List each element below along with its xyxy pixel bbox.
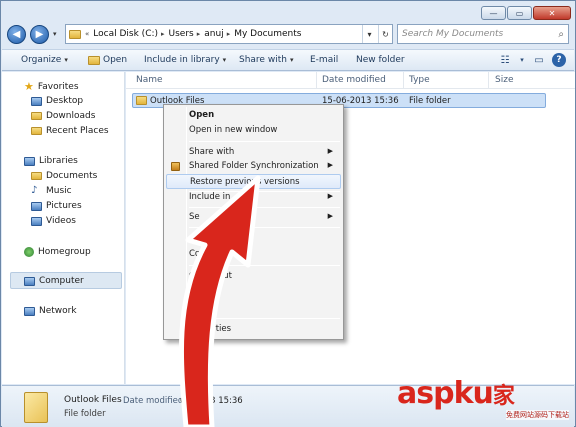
nav-recent-places[interactable]: Recent Places xyxy=(31,124,109,138)
breadcrumb-my-documents[interactable]: My Documents xyxy=(234,29,301,39)
open-button[interactable]: Open xyxy=(88,50,127,70)
preview-pane-icon[interactable]: ▭ xyxy=(532,53,546,67)
menu-include-in-library[interactable]: Include in ▶ xyxy=(166,190,341,205)
submenu-arrow-icon: ▶ xyxy=(327,147,333,155)
music-icon: ♪ xyxy=(31,185,38,196)
view-dropdown-icon[interactable]: ▾ xyxy=(518,53,526,67)
nav-network[interactable]: Network xyxy=(24,304,77,318)
view-controls: ☷ ▾ ▭ ? xyxy=(498,53,566,67)
forward-button[interactable]: ▶ xyxy=(30,24,49,44)
organize-button[interactable]: Organize ▾ xyxy=(21,50,68,70)
computer-icon xyxy=(24,276,35,286)
column-type[interactable]: Type xyxy=(409,75,430,85)
nav-favorites[interactable]: ★ Favorites xyxy=(24,80,79,94)
star-icon: ★ xyxy=(24,80,34,93)
help-icon[interactable]: ? xyxy=(552,53,566,67)
address-dropdown[interactable]: ▾ xyxy=(362,25,376,43)
new-folder-button[interactable]: New folder xyxy=(356,50,405,70)
folder-icon xyxy=(69,29,81,39)
nav-pictures[interactable]: Pictures xyxy=(31,199,82,213)
menu-send-to[interactable]: Se ▶ xyxy=(166,210,341,225)
minimize-button[interactable]: — xyxy=(481,6,506,20)
column-size[interactable]: Size xyxy=(495,75,513,85)
network-icon xyxy=(24,306,35,316)
column-headers: Name Date modified Type Size xyxy=(126,72,575,89)
menu-delete[interactable]: D xyxy=(166,285,341,300)
videos-icon xyxy=(31,216,42,226)
menu-rename[interactable]: R me xyxy=(166,301,341,316)
file-type: File folder xyxy=(409,96,451,106)
recent-pages-dropdown[interactable]: ▾ xyxy=(53,30,61,38)
homegroup-icon xyxy=(24,247,34,257)
menu-copy[interactable]: Co xyxy=(166,247,341,262)
navigation-pane: ★ Favorites Desktop Downloads Recent Plac… xyxy=(2,72,125,384)
folder-large-icon xyxy=(24,392,48,423)
nav-videos[interactable]: Videos xyxy=(31,214,76,228)
column-name[interactable]: Name xyxy=(136,75,163,85)
recent-places-icon xyxy=(31,127,42,135)
nav-downloads[interactable]: Downloads xyxy=(31,109,95,123)
details-date-value: 06-2013 15:36 xyxy=(180,396,243,406)
menu-open-new-window[interactable]: Open in new window xyxy=(166,123,341,138)
libraries-icon xyxy=(24,156,35,166)
watermark-logo: aspku家 免费网站源码下载站 xyxy=(397,376,569,420)
submenu-arrow-icon: ▶ xyxy=(327,212,333,220)
nav-music[interactable]: ♪ Music xyxy=(31,184,72,198)
maximize-button[interactable]: ▭ xyxy=(507,6,532,20)
menu-open[interactable]: Open xyxy=(166,108,341,123)
menu-shared-folder-sync[interactable]: Shared Folder Synchronization ▶ xyxy=(166,159,341,174)
open-icon xyxy=(88,55,100,65)
share-with-button[interactable]: Share with ▾ xyxy=(239,50,293,70)
menu-create-shortcut[interactable]: Cr hortcut xyxy=(166,269,341,284)
explorer-window: — ▭ ✕ ◀ ▶ ▾ « Local Disk (C:) ▸ Users ▸ an… xyxy=(0,0,576,427)
nav-documents[interactable]: Documents xyxy=(31,169,97,183)
nav-libraries[interactable]: Libraries xyxy=(24,154,78,168)
submenu-arrow-icon: ▶ xyxy=(327,161,333,169)
nav-computer[interactable]: Computer xyxy=(24,274,84,288)
back-button[interactable]: ◀ xyxy=(7,24,26,44)
menu-properties[interactable]: erties xyxy=(166,322,341,337)
search-icon: ⌕ xyxy=(558,28,564,40)
refresh-button[interactable]: ↻ xyxy=(378,25,392,43)
include-in-library-button[interactable]: Include in library ▾ xyxy=(144,50,226,70)
sync-icon xyxy=(171,162,180,171)
address-bar[interactable]: « Local Disk (C:) ▸ Users ▸ anuj ▸ My Docum… xyxy=(65,24,393,44)
window-controls: — ▭ ✕ xyxy=(481,6,571,20)
details-file-type: File folder xyxy=(64,409,106,419)
column-date-modified[interactable]: Date modified xyxy=(322,75,386,85)
search-input[interactable]: Search My Documents ⌕ xyxy=(397,24,569,44)
breadcrumb-anuj[interactable]: anuj ▸ xyxy=(204,29,230,39)
email-button[interactable]: E-mail xyxy=(310,50,338,70)
breadcrumb-overflow[interactable]: « xyxy=(85,30,89,38)
desktop-icon xyxy=(31,96,42,106)
menu-restore-previous-versions[interactable]: Restore previous versions xyxy=(166,174,341,189)
nav-desktop[interactable]: Desktop xyxy=(31,94,83,108)
details-date-label: Date modified: xyxy=(123,396,187,406)
documents-icon xyxy=(31,172,42,180)
address-row: ◀ ▶ ▾ « Local Disk (C:) ▸ Users ▸ anuj ▸ My… xyxy=(7,23,569,45)
nav-homegroup[interactable]: Homegroup xyxy=(24,245,91,259)
menu-share-with[interactable]: Share with ▶ xyxy=(166,145,341,160)
breadcrumb-users[interactable]: Users ▸ xyxy=(169,29,201,39)
details-file-name: Outlook Files xyxy=(64,395,122,405)
close-button[interactable]: ✕ xyxy=(533,6,571,20)
command-bar: Organize ▾ Open Include in library ▾ Share… xyxy=(2,49,574,71)
submenu-arrow-icon: ▶ xyxy=(327,192,333,200)
downloads-icon xyxy=(31,112,42,120)
folder-icon xyxy=(136,96,147,105)
context-menu: Open Open in new window Share with ▶ Shar… xyxy=(163,104,344,340)
pictures-icon xyxy=(31,201,42,211)
breadcrumb-local-disk[interactable]: Local Disk (C:) ▸ xyxy=(93,29,164,39)
menu-cut[interactable]: C xyxy=(166,232,341,247)
change-view-icon[interactable]: ☷ xyxy=(498,53,512,67)
